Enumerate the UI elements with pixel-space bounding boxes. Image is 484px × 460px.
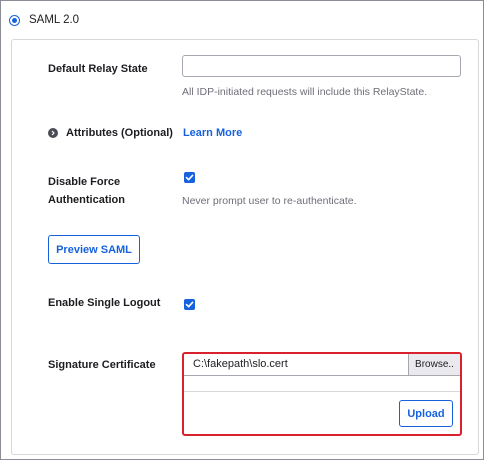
saml-radio-option[interactable]: SAML 2.0 <box>9 12 79 28</box>
checkmark-icon <box>185 174 194 181</box>
saml-settings-frame: SAML 2.0 Default Relay State All IDP-ini… <box>0 0 484 460</box>
relay-state-help: All IDP-initiated requests will include … <box>182 86 428 98</box>
force-auth-help: Never prompt user to re-authenticate. <box>182 195 357 207</box>
signature-cert-upload-box: C:\fakepath\slo.cert Browse.. Upload <box>182 352 462 436</box>
relay-state-input[interactable] <box>182 55 461 77</box>
upload-button[interactable]: Upload <box>399 400 453 427</box>
upload-divider <box>184 391 460 392</box>
force-auth-checkbox[interactable] <box>184 172 195 183</box>
relay-state-label: Default Relay State <box>48 63 148 75</box>
learn-more-link[interactable]: Learn More <box>183 127 242 139</box>
force-auth-label-line2: Authentication <box>48 194 125 206</box>
browse-button[interactable]: Browse.. <box>408 354 460 375</box>
single-logout-checkbox[interactable] <box>184 299 195 310</box>
attributes-row: Attributes (Optional) Learn More <box>48 125 242 141</box>
attributes-toggle[interactable]: Attributes (Optional) <box>66 127 173 139</box>
preview-saml-button[interactable]: Preview SAML <box>48 235 140 264</box>
chevron-right-icon[interactable] <box>48 128 58 138</box>
single-logout-label: Enable Single Logout <box>48 297 161 309</box>
signature-cert-label: Signature Certificate <box>48 359 156 371</box>
checkmark-icon <box>185 301 194 308</box>
saml-radio-label: SAML 2.0 <box>29 14 80 26</box>
force-auth-label-line1: Disable Force <box>48 176 121 188</box>
file-picker[interactable]: C:\fakepath\slo.cert Browse.. <box>184 354 460 376</box>
file-path-value[interactable]: C:\fakepath\slo.cert <box>184 354 408 375</box>
radio-selected-icon[interactable] <box>9 14 20 26</box>
